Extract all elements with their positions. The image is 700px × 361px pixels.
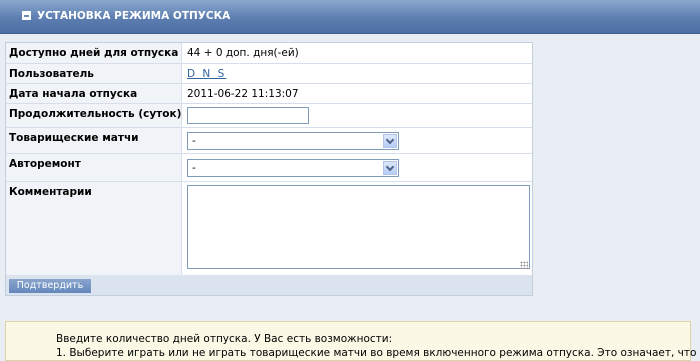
page-header: УСТАНОВКА РЕЖИМА ОТПУСКА (0, 0, 700, 34)
duration-label: Продолжительность (суток) (6, 104, 182, 127)
row-comments: Комментарии (6, 182, 532, 275)
start-date-label: Дата начала отпуска (6, 84, 182, 103)
user-link[interactable]: D N S (187, 68, 226, 80)
row-user: Пользователь D N S (6, 64, 532, 84)
collapse-icon[interactable] (22, 11, 31, 20)
duration-input[interactable] (187, 107, 309, 124)
chevron-down-icon[interactable] (383, 134, 397, 148)
row-available-days: Доступно дней для отпуска 44 + 0 доп. дн… (6, 43, 532, 64)
info-text-1: Введите количество дней отпуска. У Вас е… (56, 333, 393, 345)
user-label: Пользователь (6, 64, 182, 83)
auto-repair-selected: - (192, 162, 196, 174)
row-auto-repair: Авторемонт - (6, 154, 532, 182)
comments-label: Комментарии (6, 182, 182, 275)
start-date-value: 2011-06-22 11:13:07 (187, 88, 299, 100)
friendly-matches-selected: - (192, 135, 196, 147)
info-text-2: 1. Выберите играть или не играть товарищ… (56, 347, 697, 359)
friendly-matches-select[interactable]: - (187, 132, 399, 150)
friendly-matches-label: Товарищеские матчи (6, 128, 182, 153)
auto-repair-select[interactable]: - (187, 159, 399, 177)
row-friendly-matches: Товарищеские матчи - (6, 128, 532, 154)
page-title: УСТАНОВКА РЕЖИМА ОТПУСКА (37, 10, 231, 22)
row-start-date: Дата начала отпуска 2011-06-22 11:13:07 (6, 84, 532, 104)
available-days-label: Доступно дней для отпуска (6, 43, 182, 63)
comments-textarea[interactable] (187, 185, 530, 269)
vacation-form: Доступно дней для отпуска 44 + 0 доп. дн… (5, 42, 533, 296)
resize-grip-icon[interactable] (520, 261, 528, 269)
available-days-value: 44 + 0 доп. дня(-ей) (187, 47, 299, 59)
chevron-down-icon[interactable] (383, 161, 397, 175)
auto-repair-label: Авторемонт (6, 154, 182, 181)
form-footer: Подтвердить (6, 275, 532, 295)
row-duration: Продолжительность (суток) (6, 104, 532, 128)
submit-button[interactable]: Подтвердить (9, 279, 91, 293)
info-box: Введите количество дней отпуска. У Вас е… (5, 321, 696, 361)
